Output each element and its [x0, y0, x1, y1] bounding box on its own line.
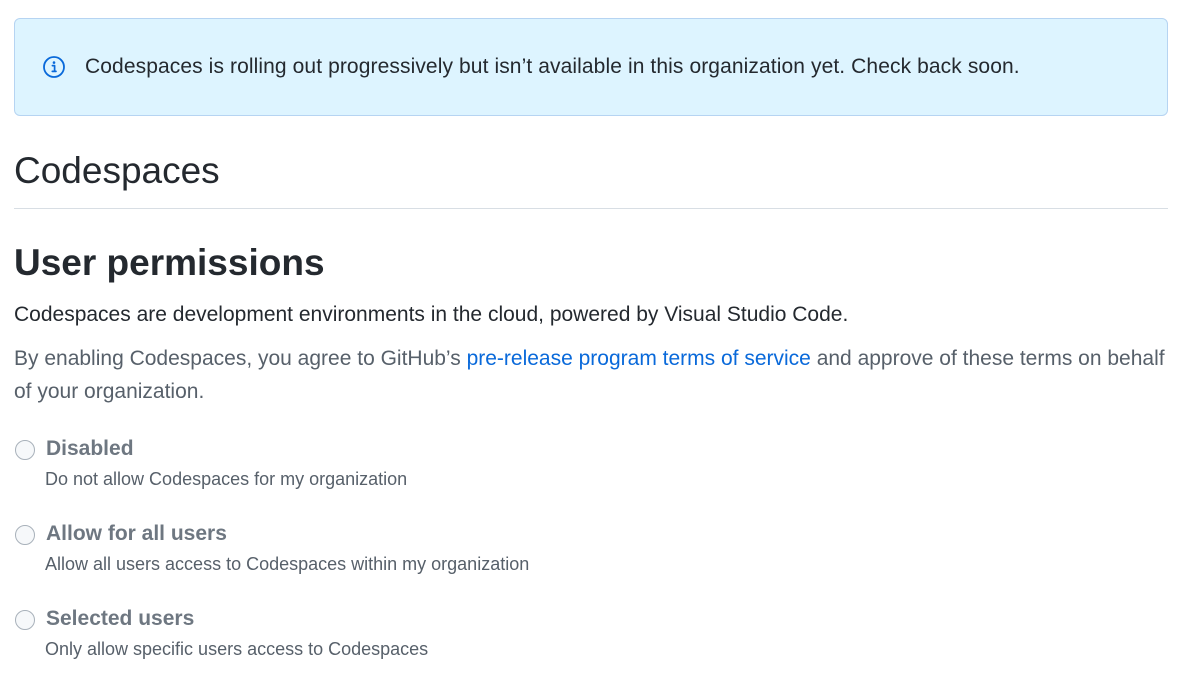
- section-description: Codespaces are development environments …: [14, 303, 849, 326]
- option-body: Allow for all users Allow all users acce…: [45, 519, 530, 578]
- terms-of-service-link[interactable]: pre-release program terms of service: [467, 347, 811, 370]
- option-label[interactable]: Disabled: [46, 434, 407, 464]
- allow-all-users-radio[interactable]: [15, 525, 35, 545]
- option-disabled[interactable]: Disabled Do not allow Codespaces for my …: [14, 434, 1168, 519]
- option-allow-all-users[interactable]: Allow for all users Allow all users acce…: [14, 519, 1168, 604]
- info-icon: [41, 54, 67, 80]
- page-title: Codespaces: [14, 150, 220, 191]
- option-body: Selected users Only allow specific users…: [45, 604, 429, 663]
- option-selected-users[interactable]: Selected users Only allow specific users…: [14, 604, 1168, 682]
- option-label[interactable]: Allow for all users: [46, 519, 529, 549]
- permission-options: Disabled Do not allow Codespaces for my …: [14, 434, 1168, 682]
- codespaces-settings-page: Codespaces is rolling out progressively …: [0, 0, 1200, 682]
- option-label[interactable]: Selected users: [46, 604, 428, 634]
- info-flash-banner: Codespaces is rolling out progressively …: [14, 18, 1168, 116]
- section-heading: User permissions: [14, 242, 325, 283]
- option-help: Do not allow Codespaces for my organizat…: [45, 469, 408, 489]
- disabled-radio[interactable]: [15, 440, 35, 460]
- option-help: Allow all users access to Codespaces wit…: [45, 554, 530, 574]
- option-help: Only allow specific users access to Code…: [45, 639, 429, 659]
- terms-prefix: By enabling Codespaces, you agree to Git…: [14, 347, 467, 370]
- option-body: Disabled Do not allow Codespaces for my …: [45, 434, 408, 493]
- title-divider: [14, 208, 1168, 209]
- terms-notice: By enabling Codespaces, you agree to Git…: [14, 342, 1174, 408]
- selected-users-radio[interactable]: [15, 610, 35, 630]
- flash-message: Codespaces is rolling out progressively …: [85, 55, 1020, 78]
